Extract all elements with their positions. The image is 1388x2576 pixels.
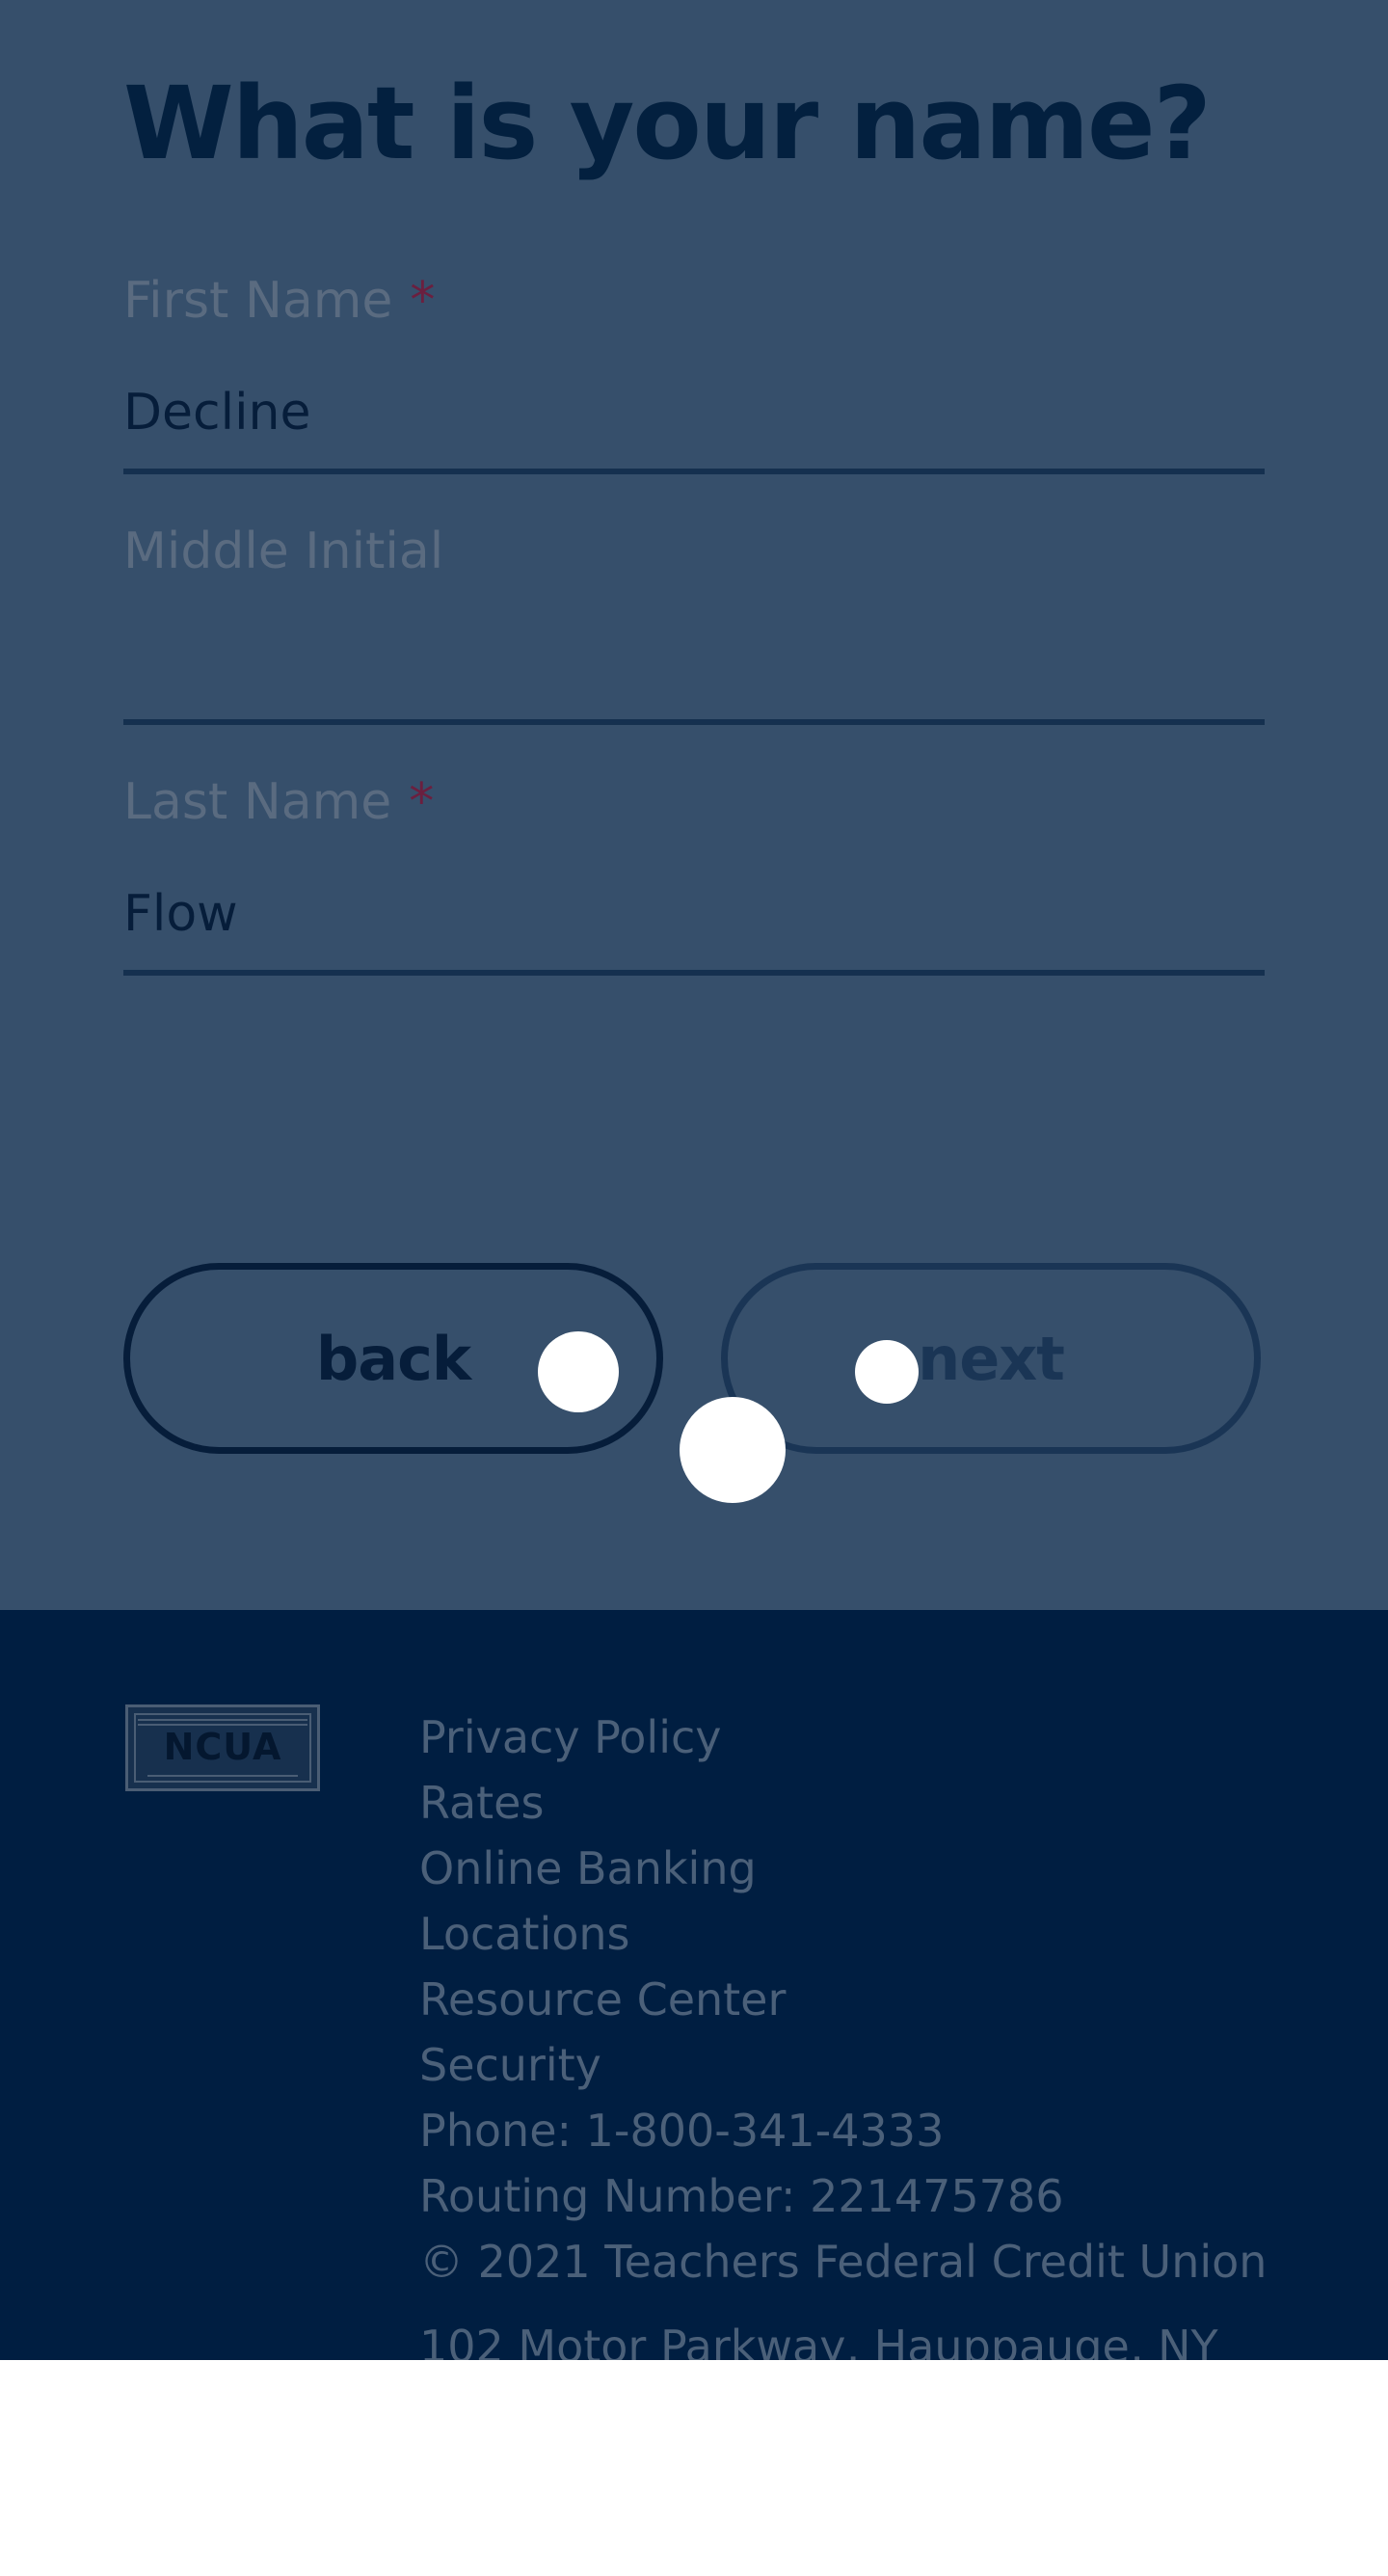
back-button-label: back [315,1323,471,1394]
next-button[interactable]: next [721,1263,1261,1454]
online-banking-link[interactable]: Online Banking [419,1836,1267,1901]
required-mark: * [409,773,435,831]
middle-initial-underline [123,719,1265,725]
last-name-label: Last Name * [123,771,434,833]
privacy-policy-link[interactable]: Privacy Policy [419,1704,1267,1770]
last-name-label-text: Last Name [123,773,392,831]
last-name-underline [123,970,1265,976]
middle-initial-label: Middle Initial [123,521,443,582]
next-button-label: next [918,1323,1065,1394]
middle-initial-label-text: Middle Initial [123,523,444,580]
resource-center-link[interactable]: Resource Center [419,1967,1267,2032]
first-name-label-text: First Name [123,272,393,330]
page-title: What is your name? [123,65,1212,182]
rates-link[interactable]: Rates [419,1770,1267,1836]
ncua-logo-fine-print [138,1719,307,1721]
locations-link[interactable]: Locations [419,1901,1267,1967]
last-name-input[interactable]: Flow [123,883,1265,945]
touch-indicator-dot [680,1397,786,1503]
required-mark: * [410,272,436,330]
ncua-logo[interactable]: NCUA [125,1704,320,1791]
phone-number[interactable]: Phone: 1-800-341-4333 [419,2098,1267,2163]
ncua-logo-fine-print [147,1775,298,1777]
form-section: What is your name? First Name * Decline M… [0,0,1388,1610]
footer-links: Privacy Policy Rates Online Banking Loca… [419,1704,1267,2294]
copyright-text: © 2021 Teachers Federal Credit Union [419,2236,1268,2288]
touch-indicator-dot [855,1340,919,1404]
footer: NCUA Privacy Policy Rates Online Banking… [0,1610,1388,2360]
ncua-logo-text: NCUA [163,1726,282,1768]
touch-indicator-dot [538,1331,619,1412]
first-name-underline [123,469,1265,474]
first-name-input[interactable]: Decline [123,382,1265,443]
footer-address: 102 Motor Parkway, Hauppauge, NY [419,2321,1218,2360]
first-name-label: First Name * [123,270,435,332]
security-link[interactable]: Security [419,2032,1267,2098]
routing-number: Routing Number: 221475786 [419,2170,1064,2222]
